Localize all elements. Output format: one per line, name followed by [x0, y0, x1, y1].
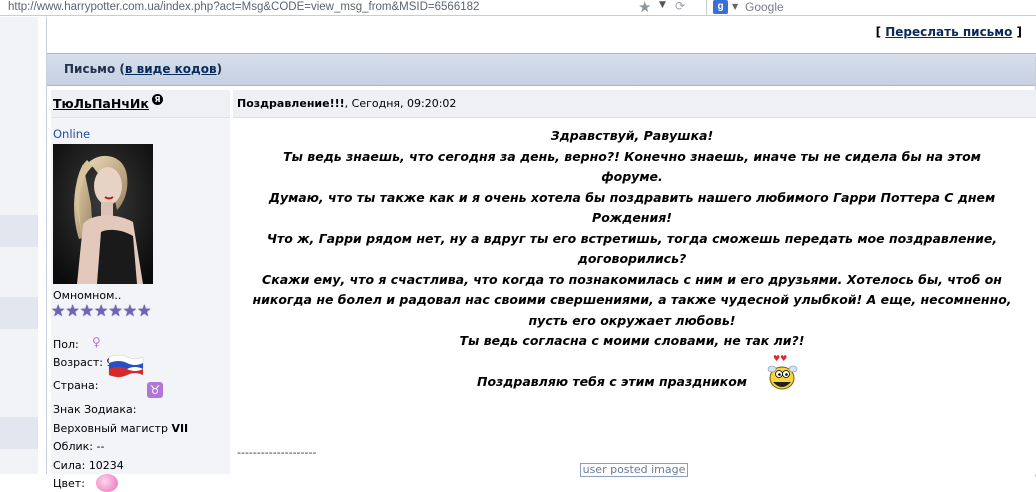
- author-title-level: VII: [171, 422, 189, 435]
- url-dropdown-icon[interactable]: ▼: [659, 0, 666, 10]
- address-bar[interactable]: http://www.harrypotter.com.ua/index.php?…: [8, 0, 479, 14]
- closing-line: Поздравляю тебя с этим праздником: [476, 373, 748, 389]
- power-value: 10234: [88, 459, 124, 472]
- sidebar-bar: [0, 297, 38, 329]
- signature-divider: --------------------: [237, 446, 317, 459]
- taurus-zodiac-icon: ♉: [147, 382, 163, 398]
- message-panel: Поздравление!!!, Сегодня, 09:20:02 Здрав…: [233, 90, 1036, 477]
- look-value: --: [96, 440, 105, 453]
- color-swatch: [96, 474, 118, 492]
- country-label: Страна:: [53, 379, 99, 392]
- age-label: Возраст:: [53, 356, 104, 369]
- message-body: Здравствуй, Равушка! Ты ведь знаешь, что…: [233, 126, 1031, 392]
- body-line: Ты ведь согласна с моими словами, не так…: [459, 333, 805, 348]
- zodiac-label: Знак Зодиака:: [53, 403, 137, 416]
- browser-toolbar: http://www.harrypotter.com.ua/index.php?…: [0, 0, 1036, 16]
- author-title: Верховный магистр: [53, 422, 168, 435]
- body-line: Здравствуй, Равушка!: [550, 128, 714, 143]
- body-line: Рождения!: [592, 210, 672, 225]
- bracket-open: [: [875, 25, 882, 39]
- search-placeholder[interactable]: Google: [745, 0, 784, 14]
- bookmark-star-icon[interactable]: ★: [638, 0, 651, 16]
- title-field: Верховный магистр VII: [53, 422, 188, 435]
- refresh-icon[interactable]: ⟳: [675, 0, 685, 13]
- forward-message-link[interactable]: Переслать письмо: [885, 25, 1012, 39]
- online-status: Online: [53, 127, 91, 141]
- search-box[interactable]: g ▼ Google: [706, 0, 1036, 15]
- color-label: Цвет:: [53, 477, 85, 490]
- body-line: Ты ведь знаешь, что сегодня за день, вер…: [283, 148, 981, 164]
- star-icon: ★: [79, 301, 95, 320]
- search-engine-dropdown-icon[interactable]: ▼: [732, 0, 738, 14]
- message-date: , Сегодня, 09:20:02: [344, 97, 457, 110]
- look-label: Облик:: [53, 440, 93, 453]
- gender-label: Пол:: [53, 338, 79, 351]
- body-line: Думаю, что ты также как и я очень хотела…: [268, 189, 996, 205]
- author-nick-row: ТюЛьПаНчИк Я: [51, 90, 230, 118]
- country-field: Страна:: [53, 379, 98, 392]
- subject-text: Поздравление!!!: [237, 97, 345, 110]
- star-icon: ★: [108, 301, 123, 320]
- body-line: форуме.: [601, 169, 663, 184]
- star-icon: ★: [137, 301, 152, 320]
- bracket-close: ]: [1016, 25, 1022, 39]
- sidebar-bar: [0, 417, 38, 449]
- message-subject: Поздравление!!!, Сегодня, 09:20:02: [237, 97, 456, 110]
- gender-field: Пол:: [53, 338, 79, 351]
- color-field: Цвет:: [53, 477, 85, 490]
- zodiac-field: Знак Зодиака:: [53, 403, 137, 416]
- avatar: [53, 144, 153, 284]
- power-label: Сила:: [53, 459, 86, 472]
- look-field: Облик: --: [53, 440, 104, 453]
- star-icon: ★: [94, 301, 109, 320]
- left-sidebar-strip: [0, 17, 38, 474]
- svg-text:♥♥: ♥♥: [773, 354, 787, 363]
- russia-flag-icon: [107, 353, 145, 379]
- header-title-text: Письмо (: [64, 62, 125, 76]
- author-panel: ТюЛьПаНчИк Я Online Омномном.. ★★★★★★★ П…: [51, 90, 230, 492]
- user-posted-image[interactable]: user posted image: [580, 463, 688, 477]
- star-icon: ★: [51, 301, 66, 320]
- author-nick-link[interactable]: ТюЛьПаНчИк: [53, 96, 149, 111]
- star-icon: ★: [65, 301, 80, 320]
- message-actions: [ Переслать письмо ]: [876, 25, 1022, 39]
- message-subject-row: Поздравление!!!, Сегодня, 09:20:02: [233, 90, 1036, 118]
- star-icon: ★: [122, 301, 138, 320]
- body-line: Что ж, Гарри рядом нет, ну а вдруг ты ег…: [266, 230, 998, 246]
- view-as-codes-link[interactable]: в виде кодов: [125, 62, 217, 76]
- body-line: договорились?: [577, 251, 687, 266]
- page-title: Письмо (в виде кодов): [64, 62, 222, 76]
- message-page: [ Переслать письмо ] Письмо (в виде кодо…: [46, 17, 1036, 492]
- ya-badge-icon: Я: [152, 94, 163, 105]
- rating-stars: ★★★★★★★: [51, 301, 151, 320]
- google-icon[interactable]: g: [713, 0, 728, 14]
- body-line: никогда не болел и радовал нас своими св…: [252, 292, 1012, 307]
- message-header: Письмо (в виде кодов): [47, 53, 1036, 86]
- body-line: пусть его окружает любовь!: [528, 312, 736, 328]
- bee-smiley-icon: ♥♥: [765, 352, 801, 392]
- sidebar-bar: [0, 215, 38, 247]
- female-icon: ♀: [92, 335, 101, 349]
- header-title-end: ): [216, 62, 223, 76]
- body-line: Скажи ему, что я счастлива, что когда то…: [262, 271, 1002, 287]
- power-field: Сила: 10234: [53, 459, 124, 472]
